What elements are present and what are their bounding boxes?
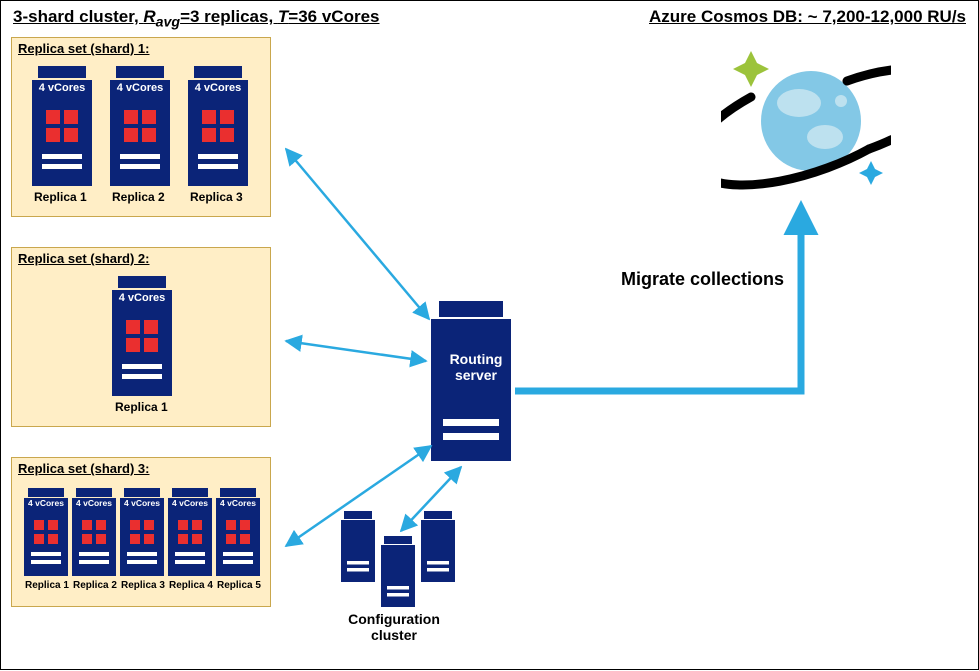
cosmos-db-icon: [721, 41, 891, 201]
shard3-replica4-server-icon: 4 vCores: [168, 488, 212, 576]
vcores-label: 4 vCores: [32, 82, 92, 94]
vcores-label: 4 vCores: [72, 498, 116, 508]
shard3-replica1-caption: Replica 1: [25, 580, 69, 591]
config-server-icon: [421, 511, 455, 582]
config-server-icon: [341, 511, 375, 582]
shard3-replica1-server-icon: 4 vCores: [24, 488, 68, 576]
vcores-label: 4 vCores: [24, 498, 68, 508]
shard-1-title: Replica set (shard) 1:: [18, 41, 150, 56]
config-server-icon: [381, 536, 415, 607]
shard2-replica1-caption: Replica 1: [115, 400, 168, 414]
vcores-label: 4 vCores: [216, 498, 260, 508]
shard1-replica1-caption: Replica 1: [34, 190, 87, 204]
shard1-replica3-caption: Replica 3: [190, 190, 243, 204]
vcores-label: 4 vCores: [112, 292, 172, 304]
config-cluster-label: Configuration cluster: [334, 611, 454, 643]
shard1-replica3-server-icon: 4 vCores: [188, 66, 248, 186]
shard3-replica2-server-icon: 4 vCores: [72, 488, 116, 576]
shard-1-box: Replica set (shard) 1: 4 vCores Replica …: [11, 37, 271, 217]
heading-cluster: 3-shard cluster, Ravg=3 replicas, T=36 v…: [13, 7, 380, 30]
shard-3-box: Replica set (shard) 3: 4 vCores Replica …: [11, 457, 271, 607]
shard-2-box: Replica set (shard) 2: 4 vCores Replica …: [11, 247, 271, 427]
vcores-label: 4 vCores: [188, 82, 248, 94]
shard1-replica2-caption: Replica 2: [112, 190, 165, 204]
vcores-label: 4 vCores: [168, 498, 212, 508]
shard1-replica1-server-icon: 4 vCores: [32, 66, 92, 186]
shard3-replica5-server-icon: 4 vCores: [216, 488, 260, 576]
heading-cosmos: Azure Cosmos DB: ~ 7,200-12,000 RU/s: [649, 7, 966, 27]
vcores-label: 4 vCores: [110, 82, 170, 94]
shard3-replica3-caption: Replica 3: [121, 580, 165, 591]
shard3-replica2-caption: Replica 2: [73, 580, 117, 591]
shard3-replica3-server-icon: 4 vCores: [120, 488, 164, 576]
migrate-label: Migrate collections: [621, 269, 784, 290]
routing-server-label: Routing server: [441, 351, 511, 383]
shard-3-title: Replica set (shard) 3:: [18, 461, 150, 476]
shard3-replica5-caption: Replica 5: [217, 580, 261, 591]
shard1-replica2-server-icon: 4 vCores: [110, 66, 170, 186]
vcores-label: 4 vCores: [120, 498, 164, 508]
shard-2-title: Replica set (shard) 2:: [18, 251, 150, 266]
shard2-replica1-server-icon: 4 vCores: [112, 276, 172, 396]
shard3-replica4-caption: Replica 4: [169, 580, 213, 591]
